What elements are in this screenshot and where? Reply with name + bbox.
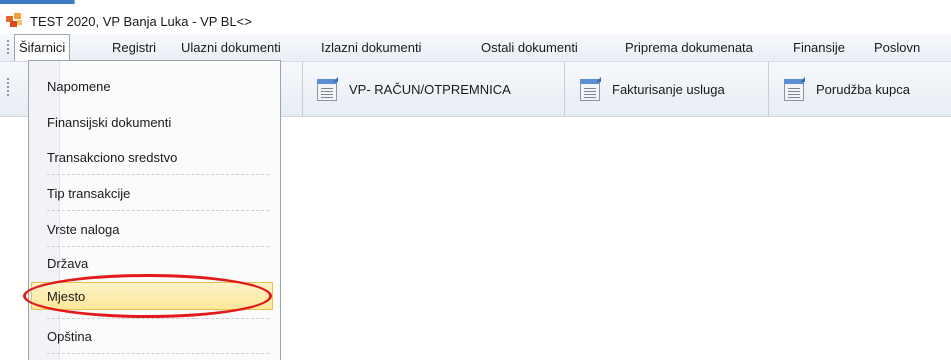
menu-sifarnici[interactable]: Šifarnici bbox=[14, 34, 71, 61]
menubar-grip-icon[interactable] bbox=[7, 40, 10, 56]
menu-ostali-dokumenti[interactable]: Ostali dokumenti bbox=[476, 34, 583, 61]
menu-item-opstina[interactable]: Opština bbox=[47, 329, 92, 344]
menu-bar: Šifarnici Registri Ulazni dokumenti Izla… bbox=[0, 34, 951, 62]
menu-separator bbox=[47, 353, 269, 354]
menu-finansije[interactable]: Finansije bbox=[788, 34, 850, 61]
menu-priprema-dokumenata[interactable]: Priprema dokumenata bbox=[620, 34, 758, 61]
toolbar-grip-icon[interactable] bbox=[7, 78, 10, 98]
toolbar-button-porudzba-kupca[interactable]: Porudžba kupca bbox=[770, 62, 951, 116]
title-bar: TEST 2020, VP Banja Luka - VP BL<> bbox=[0, 4, 951, 34]
menu-separator bbox=[47, 318, 269, 319]
document-icon bbox=[317, 77, 338, 101]
menu-registri[interactable]: Registri bbox=[107, 34, 161, 61]
toolbar-button-vp-racun[interactable]: VP- RAČUN/OTPREMNICA bbox=[303, 62, 565, 116]
app-logo-icon bbox=[6, 13, 22, 27]
menu-item-finansijski-dokumenti[interactable]: Finansijski dokumenti bbox=[47, 115, 171, 130]
menu-separator bbox=[47, 210, 269, 211]
menu-item-napomene[interactable]: Napomene bbox=[47, 79, 111, 94]
window-title: TEST 2020, VP Banja Luka - VP BL<> bbox=[30, 14, 252, 29]
toolbar-button-fakturisanje-usluga[interactable]: Fakturisanje usluga bbox=[566, 62, 769, 116]
toolbar-button-label: VP- RAČUN/OTPREMNICA bbox=[349, 81, 511, 97]
menu-item-drzava[interactable]: Država bbox=[47, 256, 88, 271]
toolbar-button-label: Porudžba kupca bbox=[816, 81, 910, 97]
document-icon bbox=[784, 77, 805, 101]
menu-poslovno[interactable]: Poslovn bbox=[869, 34, 925, 61]
menu-item-tip-transakcije[interactable]: Tip transakcije bbox=[47, 186, 130, 201]
toolbar-button-label: Fakturisanje usluga bbox=[612, 81, 725, 97]
menu-item-mjesto[interactable]: Mjesto bbox=[47, 289, 85, 304]
menu-separator bbox=[47, 246, 269, 247]
document-icon bbox=[580, 77, 601, 101]
menu-izlazni-dokumenti[interactable]: Izlazni dokumenti bbox=[316, 34, 426, 61]
menu-item-transakciono-sredstvo[interactable]: Transakciono sredstvo bbox=[47, 150, 177, 165]
menu-ulazni-dokumenti[interactable]: Ulazni dokumenti bbox=[176, 34, 286, 61]
menu-separator bbox=[47, 174, 269, 175]
menu-item-vrste-naloga[interactable]: Vrste naloga bbox=[47, 222, 120, 237]
